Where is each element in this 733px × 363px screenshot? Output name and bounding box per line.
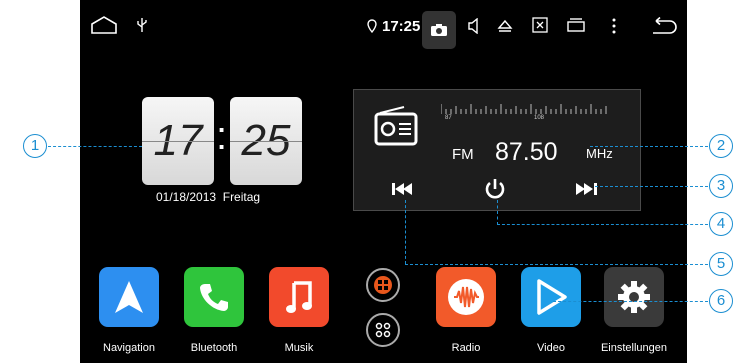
app-navigation[interactable] <box>99 267 159 327</box>
usb-icon <box>137 18 147 32</box>
callout-1: 1 <box>23 134 47 158</box>
radio-band: FM <box>452 146 474 163</box>
app-label-bluetooth: Bluetooth <box>190 342 238 354</box>
app-label-musik: Musik <box>284 342 314 354</box>
callout-line-1 <box>48 146 142 147</box>
more-apps-button[interactable] <box>366 313 400 347</box>
scale-min-label: 87 <box>445 115 452 121</box>
play-icon <box>537 279 567 315</box>
radio-frequency: 87.50 <box>495 138 558 166</box>
music-icon <box>286 281 312 313</box>
previous-track-icon[interactable] <box>392 182 414 196</box>
more-icon[interactable] <box>611 18 617 34</box>
clock-date: 01/18/2013 <box>156 190 217 204</box>
head-unit-screen: 17:25 17 : 25 01/18/2013 Freitag 87 108 … <box>80 0 687 363</box>
eject-icon[interactable] <box>497 18 513 34</box>
screenshot-icon[interactable] <box>532 17 548 33</box>
radio-wave-icon <box>448 279 484 315</box>
navigation-icon <box>115 281 143 313</box>
home-icon[interactable] <box>90 16 118 34</box>
scale-max-label: 108 <box>534 115 545 121</box>
app-einstellungen[interactable] <box>604 267 664 327</box>
callout-line-2 <box>590 146 708 147</box>
callout-line-5-vertical <box>405 200 406 264</box>
callout-5: 5 <box>709 252 733 276</box>
callout-line-4 <box>497 224 708 225</box>
location-icon <box>367 19 377 33</box>
callout-line-3 <box>595 186 708 187</box>
status-time: 17:25 <box>382 18 421 35</box>
callout-line-6 <box>553 301 708 302</box>
app-radio[interactable] <box>436 267 496 327</box>
clock-colon: : <box>216 114 228 158</box>
callout-4: 4 <box>709 212 733 236</box>
app-label-video: Video <box>537 342 565 354</box>
app-video[interactable] <box>521 267 581 327</box>
apps-grid-icon <box>374 276 392 294</box>
status-bar: 17:25 <box>80 0 687 54</box>
app-bluetooth[interactable] <box>184 267 244 327</box>
app-label-navigation: Navigation <box>103 342 155 354</box>
recent-apps-icon[interactable] <box>567 18 585 32</box>
app-label-einstellungen: Einstellungen <box>600 342 668 354</box>
dots-icon <box>375 322 391 338</box>
radio-unit: MHz <box>586 146 613 161</box>
callout-2: 2 <box>709 134 733 158</box>
settings-icon <box>618 281 650 313</box>
app-label-radio: Radio <box>451 342 481 354</box>
app-musik[interactable] <box>269 267 329 327</box>
callout-6: 6 <box>709 289 733 313</box>
clock-weekday: Freitag <box>222 190 261 204</box>
callout-line-5 <box>405 264 708 265</box>
camera-icon <box>431 24 447 36</box>
callout-3: 3 <box>709 174 733 198</box>
radio-widget[interactable]: 87 108 FM 87.50 MHz <box>353 89 641 211</box>
radio-device-icon <box>374 106 418 146</box>
clock-minute-card: 25 <box>230 97 302 185</box>
clock-date-line: 01/18/2013 Freitag <box>156 190 260 204</box>
callout-line-4-vertical <box>497 200 498 225</box>
camera-button[interactable] <box>422 11 456 49</box>
phone-icon <box>200 284 228 311</box>
clock-hour-card: 17 <box>142 97 214 185</box>
volume-icon[interactable] <box>467 18 481 34</box>
next-track-icon[interactable] <box>576 182 598 196</box>
frequency-scale <box>441 104 607 114</box>
power-icon[interactable] <box>484 178 506 200</box>
apps-grid-button[interactable] <box>366 268 400 302</box>
back-icon[interactable] <box>650 17 678 35</box>
